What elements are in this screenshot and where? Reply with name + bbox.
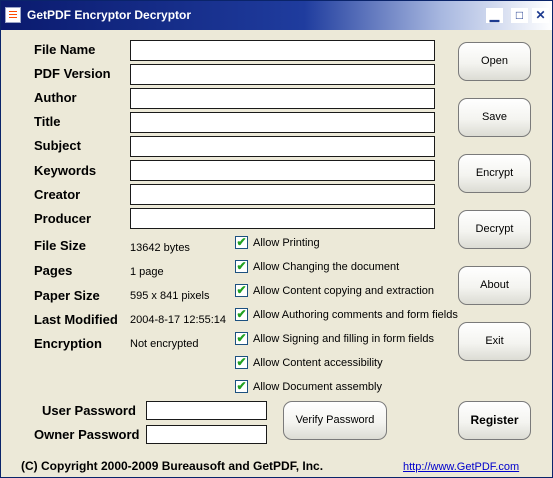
creator-label: Creator: [34, 187, 81, 202]
window-title: GetPDF Encryptor Decryptor: [27, 8, 192, 22]
creator-field[interactable]: [130, 184, 435, 205]
website-link[interactable]: http://www.GetPDF.com: [403, 461, 519, 473]
allow-signing-checkbox[interactable]: ✔: [235, 332, 248, 345]
maximize-icon[interactable]: □: [511, 8, 528, 23]
title-field[interactable]: [130, 112, 435, 133]
user-password-field[interactable]: [146, 401, 267, 420]
owner-password-label: Owner Password: [34, 427, 140, 442]
allow-copying-label[interactable]: Allow Content copying and extraction: [253, 285, 434, 297]
exit-button[interactable]: Exit: [458, 322, 531, 361]
minimize-icon[interactable]: ▁: [486, 8, 503, 23]
close-icon[interactable]: ✕: [532, 8, 549, 23]
pdf-version-field[interactable]: [130, 64, 435, 85]
owner-password-field[interactable]: [146, 425, 267, 444]
encryption-label: Encryption: [34, 336, 102, 351]
title-bar[interactable]: GetPDF Encryptor Decryptor ▁ □ ✕: [1, 1, 552, 30]
user-password-label: User Password: [42, 403, 136, 418]
allow-accessibility-label[interactable]: Allow Content accessibility: [253, 357, 383, 369]
producer-label: Producer: [34, 211, 92, 226]
verify-password-button[interactable]: Verify Password: [283, 401, 387, 440]
open-button[interactable]: Open: [458, 42, 531, 81]
last-modified-label: Last Modified: [34, 312, 118, 327]
paper-size-label: Paper Size: [34, 288, 100, 303]
pdf-version-label: PDF Version: [34, 66, 111, 81]
app-icon: [5, 7, 21, 23]
encryption-value: Not encrypted: [130, 338, 199, 350]
allow-authoring-checkbox[interactable]: ✔: [235, 308, 248, 321]
paper-size-value: 595 x 841 pixels: [130, 290, 210, 302]
allow-signing-label[interactable]: Allow Signing and filling in form fields: [253, 333, 434, 345]
register-button[interactable]: Register: [458, 401, 531, 440]
allow-changing-checkbox[interactable]: ✔: [235, 260, 248, 273]
subject-label: Subject: [34, 138, 81, 153]
copyright-text: (C) Copyright 2000-2009 Bureausoft and G…: [21, 459, 324, 473]
producer-field[interactable]: [130, 208, 435, 229]
about-button[interactable]: About: [458, 266, 531, 305]
allow-accessibility-checkbox[interactable]: ✔: [235, 356, 248, 369]
author-field[interactable]: [130, 88, 435, 109]
subject-field[interactable]: [130, 136, 435, 157]
keywords-label: Keywords: [34, 163, 97, 178]
file-name-field[interactable]: [130, 40, 435, 61]
encrypt-button[interactable]: Encrypt: [458, 154, 531, 193]
file-size-value: 13642 bytes: [130, 242, 190, 254]
allow-assembly-label[interactable]: Allow Document assembly: [253, 381, 382, 393]
pages-value: 1 page: [130, 266, 164, 278]
file-name-label: File Name: [34, 42, 96, 57]
last-modified-value: 2004-8-17 12:55:14: [130, 314, 227, 326]
allow-copying-checkbox[interactable]: ✔: [235, 284, 248, 297]
main-window: GetPDF Encryptor Decryptor ▁ □ ✕ File Na…: [0, 0, 553, 478]
save-button[interactable]: Save: [458, 98, 531, 137]
author-label: Author: [34, 90, 77, 105]
file-size-label: File Size: [34, 238, 87, 253]
allow-authoring-label[interactable]: Allow Authoring comments and form fields: [253, 309, 458, 321]
decrypt-button[interactable]: Decrypt: [458, 210, 531, 249]
title-label: Title: [34, 114, 61, 129]
keywords-field[interactable]: [130, 160, 435, 181]
pages-label: Pages: [34, 263, 73, 278]
allow-printing-checkbox[interactable]: ✔: [235, 236, 248, 249]
allow-assembly-checkbox[interactable]: ✔: [235, 380, 248, 393]
allow-changing-label[interactable]: Allow Changing the document: [253, 261, 399, 273]
allow-printing-label[interactable]: Allow Printing: [253, 237, 320, 249]
